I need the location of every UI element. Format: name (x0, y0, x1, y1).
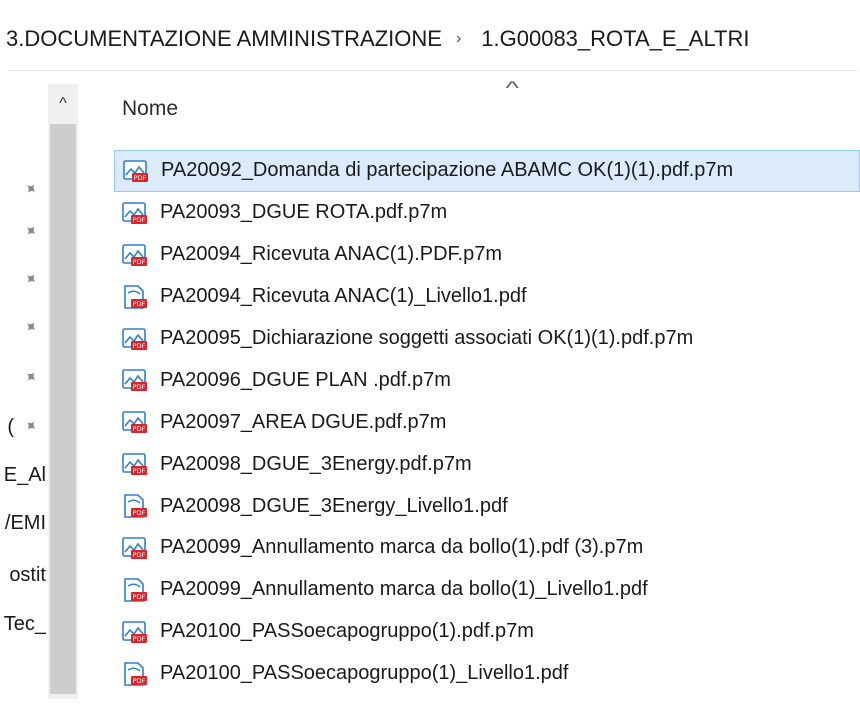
file-row[interactable]: PDF PA20099_Annullamento marca da bollo(1… (114, 569, 860, 611)
file-name: PA20098_DGUE_3Energy.pdf.p7m (160, 452, 472, 475)
pdf-icon: PDF (122, 661, 148, 686)
file-name: PA20097_AREA DGUE.pdf.p7m (160, 410, 447, 433)
nav-item-fragment[interactable]: E_Al (0, 464, 46, 487)
file-name: PA20100_PASSoecapogruppo(1).pdf.p7m (160, 620, 534, 643)
p7m-signed-pdf-icon: PDF (122, 620, 148, 644)
file-name: PA20094_Ricevuta ANAC(1)_Livello1.pdf (160, 285, 527, 308)
file-name: PA20095_Dichiarazione soggetti associati… (160, 327, 694, 349)
file-row[interactable]: PDF PA20096_DGUE PLAN .pdf.p7m (114, 359, 860, 401)
pin-icon: ✦ (19, 366, 41, 389)
pin-icon: ✦ (19, 220, 41, 243)
pin-icon: ✦ (19, 316, 41, 339)
file-row[interactable]: PDF PA20100_PASSoecapogruppo(1).pdf.p7m (114, 611, 860, 653)
pin-icon: ✦ (19, 415, 41, 438)
file-name: PA20099_Annullamento marca da bollo(1)_L… (160, 578, 648, 601)
nav-item-fragment[interactable]: ostit (0, 564, 46, 587)
file-row[interactable]: PDF PA20094_Ricevuta ANAC(1).PDF.p7m (114, 234, 860, 276)
nav-item-fragment[interactable]: _Tec (0, 613, 46, 636)
scroll-up-arrow-icon[interactable]: ^ (48, 84, 78, 124)
column-header-name[interactable]: Nome (122, 97, 178, 121)
file-list: PDF PA20092_Domanda di partecipazione ABA… (114, 150, 860, 695)
breadcrumb-item-current[interactable]: 1.G00083_ROTA_E_ALTRI (475, 26, 749, 52)
nav-item-fragment[interactable]: EMI/ (0, 512, 46, 535)
p7m-signed-pdf-icon: PDF (122, 243, 148, 267)
p7m-signed-pdf-icon: PDF (122, 536, 148, 560)
svg-text:PDF: PDF (133, 383, 146, 391)
file-row[interactable]: PDF PA20097_AREA DGUE.pdf.p7m (114, 401, 860, 443)
svg-text:PDF: PDF (133, 509, 146, 517)
file-name: PA20099_Annullamento marca da bollo(1).p… (160, 536, 644, 559)
p7m-signed-pdf-icon: PDF (122, 410, 148, 434)
p7m-signed-pdf-icon: PDF (123, 159, 149, 183)
pdf-icon: PDF (122, 494, 148, 518)
p7m-signed-pdf-icon: PDF (122, 327, 148, 351)
file-row[interactable]: PDF PA20095_Dichiarazione soggetti associ… (114, 318, 860, 360)
p7m-signed-pdf-icon: PDF (122, 201, 148, 225)
pin-icon: ✦ (19, 178, 41, 201)
file-row[interactable]: PDF PA20098_DGUE_3Energy.pdf.p7m (114, 443, 860, 485)
sort-ascending-icon: ^ (505, 78, 519, 98)
file-name: PA20092_Domanda di partecipazione ABAMC … (161, 159, 734, 182)
file-row[interactable]: PDF PA20093_DGUE ROTA.pdf.p7m (114, 192, 860, 234)
file-name: PA20094_Ricevuta ANAC(1).PDF.p7m (160, 243, 503, 266)
file-name: PA20098_DGUE_3Energy_Livello1.pdf (160, 494, 508, 517)
svg-text:PDF: PDF (133, 677, 146, 685)
file-row[interactable]: PDF PA20092_Domanda di partecipazione ABA… (114, 150, 860, 192)
file-name: PA20093_DGUE ROTA.pdf.p7m (160, 201, 448, 224)
breadcrumb: 3.DOCUMENTAZIONE AMMINISTRAZIONE › 1.G00… (0, 0, 860, 78)
file-row[interactable]: PDF PA20099_Annullamento marca da bollo(1… (114, 527, 860, 569)
svg-text:PDF: PDF (133, 467, 146, 475)
scrollbar-thumb[interactable] (50, 124, 76, 694)
p7m-signed-pdf-icon: PDF (122, 368, 148, 392)
pin-icon: ✦ (19, 268, 41, 291)
breadcrumb-chevron-icon[interactable]: › (456, 30, 461, 48)
pdf-icon: PDF (122, 578, 148, 602)
svg-text:PDF: PDF (133, 216, 146, 224)
svg-text:PDF: PDF (133, 635, 146, 643)
file-row[interactable]: PDF PA20098_DGUE_3Energy_Livello1.pdf (114, 485, 860, 527)
svg-text:PDF: PDF (133, 258, 146, 266)
header-divider (8, 70, 858, 71)
svg-text:PDF: PDF (134, 174, 147, 182)
svg-text:PDF: PDF (133, 342, 146, 350)
svg-text:PDF: PDF (133, 551, 146, 559)
file-name: PA20096_DGUE PLAN .pdf.p7m (160, 368, 451, 391)
nav-item-fragment[interactable]: ) (0, 416, 14, 439)
file-name: PA20100_PASSoecapogruppo(1)_Livello1.pdf (160, 662, 569, 685)
svg-text:PDF: PDF (133, 425, 146, 433)
svg-text:PDF: PDF (133, 593, 146, 601)
svg-text:PDF: PDF (133, 300, 146, 308)
file-row[interactable]: PDF PA20100_PASSoecapogruppo(1)_Livello1.… (114, 653, 860, 695)
pdf-icon: PDF (122, 284, 148, 309)
file-row[interactable]: PDF PA20094_Ricevuta ANAC(1)_Livello1.pdf (114, 276, 860, 318)
breadcrumb-item-parent[interactable]: 3.DOCUMENTAZIONE AMMINISTRAZIONE (0, 26, 442, 52)
p7m-signed-pdf-icon: PDF (122, 452, 148, 476)
